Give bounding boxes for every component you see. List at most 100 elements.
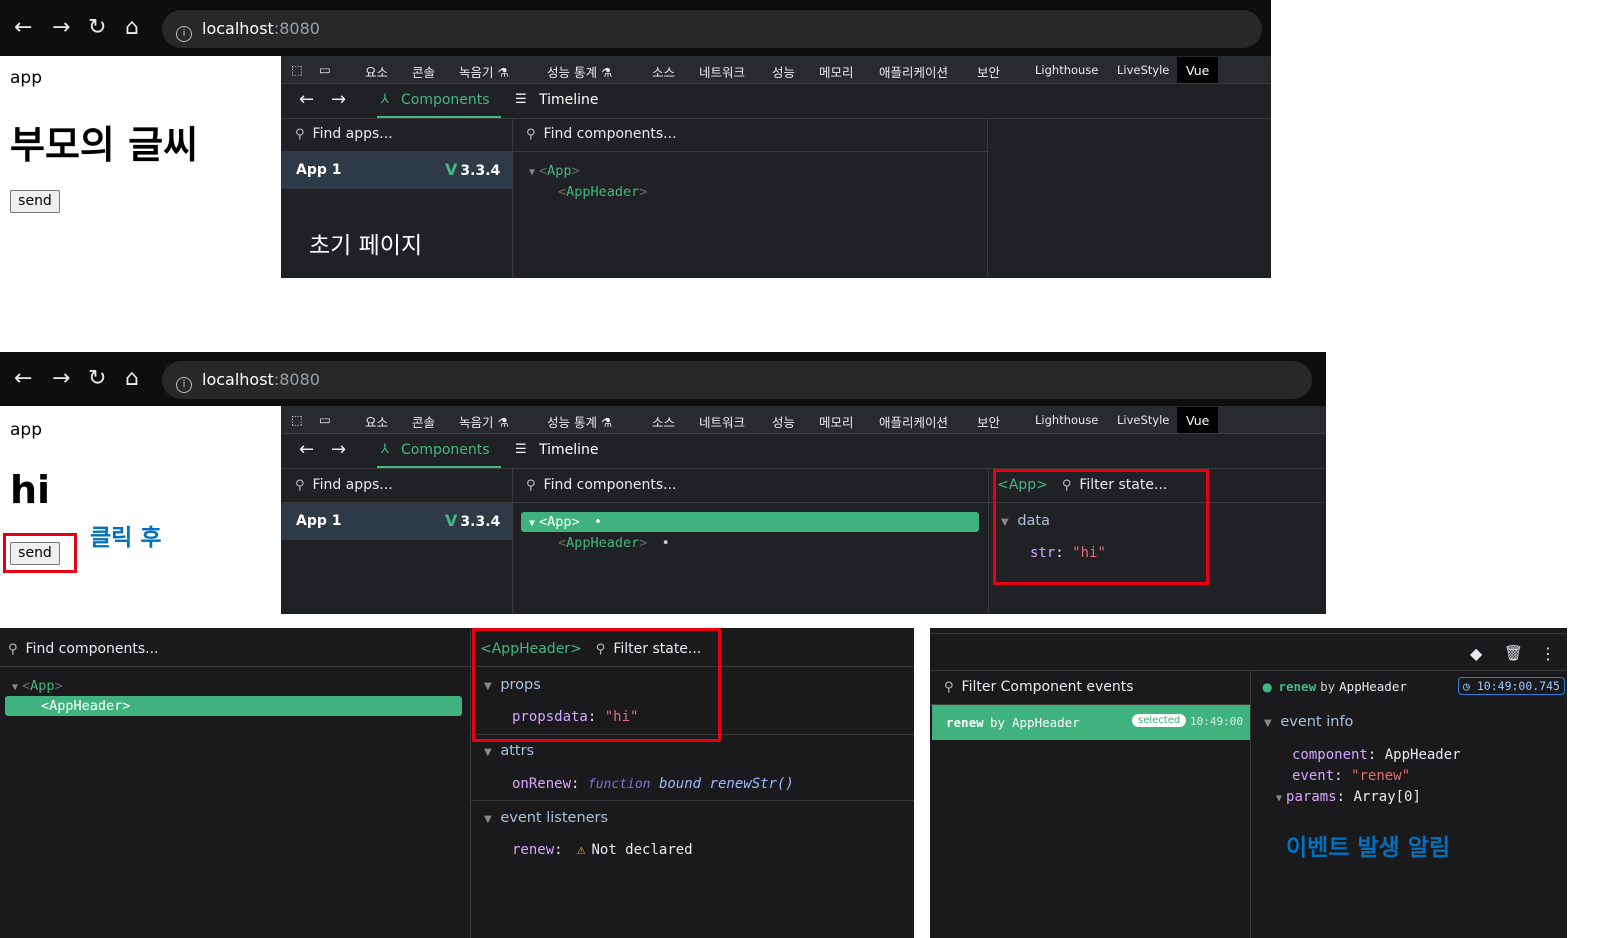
back-icon[interactable]: ← — [14, 16, 32, 40]
devtools-tab[interactable]: 네트워크 — [699, 412, 745, 431]
back-icon[interactable]: ← — [299, 439, 314, 460]
devtools-tab[interactable]: Vue — [1177, 407, 1219, 433]
devtools-tab[interactable]: 콘솔 — [412, 412, 435, 431]
device-toggle-icon[interactable]: ▭ — [319, 62, 331, 77]
page-content-after: app hi send 클릭 후 — [0, 406, 281, 614]
find-components-input[interactable]: ⚲ Find components... — [8, 641, 159, 657]
search-icon: ⚲ — [295, 127, 305, 142]
back-icon[interactable]: ← — [14, 367, 32, 391]
bracket: > — [54, 678, 63, 694]
reload-icon[interactable]: ↻ — [88, 16, 106, 40]
colon: : — [1336, 789, 1346, 805]
find-apps-input[interactable]: ⚲ Find apps... — [295, 126, 393, 142]
filter-events-input[interactable]: ⚲ Filter Component events — [944, 679, 1134, 695]
home-icon[interactable]: ⌂ — [125, 367, 139, 391]
inspect-icon[interactable]: ⬚ — [291, 62, 303, 77]
caret-down-icon: ▼ — [484, 747, 492, 758]
tab-timeline[interactable]: ☰ Timeline — [513, 434, 599, 468]
highlight-box — [993, 469, 1209, 585]
send-button[interactable]: send — [10, 190, 60, 213]
tree-node-app[interactable]: ▼ <App> — [12, 678, 63, 694]
home-icon[interactable]: ⌂ — [125, 16, 139, 40]
event-row[interactable]: renew by AppHeader selected 10:49:00 — [932, 705, 1250, 740]
inspect-icon[interactable]: ⬚ — [291, 412, 303, 427]
layers-icon[interactable]: ◆ — [1470, 644, 1482, 663]
tree-node-name: App — [547, 163, 572, 179]
tree-node-app[interactable]: ▼ <App> • — [529, 514, 602, 530]
info-row-params[interactable]: ▼ params: Array[0] — [1276, 789, 1421, 805]
find-apps-input[interactable]: ⚲ Find apps... — [295, 477, 393, 493]
state-value: Not declared — [591, 842, 693, 858]
updated-dot: • — [661, 535, 670, 551]
devtools-tab[interactable]: 소스 — [652, 412, 675, 431]
devtools-tab[interactable]: 애플리케이션 — [879, 412, 948, 431]
url-host: localhost — [202, 19, 274, 38]
forward-icon[interactable]: → — [52, 16, 70, 40]
tab-components[interactable]: ⅄ Components — [377, 84, 501, 118]
address-bar[interactable]: i localhost:8080 — [162, 361, 1312, 399]
forward-icon[interactable]: → — [52, 367, 70, 391]
devtools-tab[interactable]: 네트워크 — [699, 62, 745, 81]
app-row[interactable]: App 1 V 3.3.4 — [281, 503, 512, 540]
devtools-tab[interactable]: LiveStyle — [1117, 413, 1169, 427]
more-icon[interactable]: ⋮ — [1540, 644, 1556, 663]
status-dot-icon: ● — [1262, 680, 1273, 694]
clear-icon[interactable]: 🗑 — [1504, 644, 1523, 662]
info-icon[interactable]: i — [176, 26, 192, 42]
devtools-tab[interactable]: 메모리 — [819, 412, 854, 431]
device-toggle-icon[interactable]: ▭ — [319, 412, 331, 427]
tree-node-app[interactable]: ▼ <App> — [529, 163, 580, 179]
divider — [930, 633, 1567, 634]
devtools-tab[interactable]: 소스 — [652, 62, 675, 81]
devtools-tab[interactable]: 요소 — [365, 62, 388, 81]
find-components-input[interactable]: ⚲ Find components... — [526, 477, 677, 493]
devtools-tab[interactable]: 녹음기 ⚗ — [459, 62, 509, 81]
devtools-tab[interactable]: 메모리 — [819, 62, 854, 81]
tab-timeline-label: Timeline — [539, 92, 599, 108]
devtools-tab[interactable]: 보안 — [977, 412, 1000, 431]
search-icon: ⚲ — [8, 642, 18, 657]
updated-dot: • — [593, 514, 602, 530]
tab-components-label: Components — [401, 92, 490, 108]
devtools-tab[interactable]: LiveStyle — [1117, 63, 1169, 77]
devtools-tab[interactable]: Vue — [1177, 57, 1219, 83]
devtools-tab[interactable]: 성능 통계 ⚗ — [547, 62, 612, 81]
divider — [512, 119, 513, 278]
devtools-tab[interactable]: 성능 — [772, 62, 795, 81]
devtools-tab[interactable]: 성능 — [772, 412, 795, 431]
devtools-tab[interactable]: 콘솔 — [412, 62, 435, 81]
devtools-tab[interactable]: 성능 통계 ⚗ — [547, 412, 612, 431]
tree-node-appheader[interactable]: <AppHeader> — [41, 698, 130, 714]
section-event-info[interactable]: ▼ event info — [1264, 714, 1353, 730]
tree-node-appheader[interactable]: <AppHeader> • — [558, 535, 670, 551]
back-icon[interactable]: ← — [299, 89, 314, 110]
forward-icon[interactable]: → — [331, 89, 346, 110]
reload-icon[interactable]: ↻ — [88, 367, 106, 391]
caret-down-icon: ▼ — [484, 814, 492, 825]
filter-events-placeholder: Filter Component events — [961, 679, 1134, 695]
tab-timeline[interactable]: ☰ Timeline — [513, 84, 599, 118]
forward-icon[interactable]: → — [331, 439, 346, 460]
bracket: > — [122, 698, 131, 714]
devtools-tab[interactable]: Lighthouse — [1035, 63, 1098, 77]
devtools-tab[interactable]: Lighthouse — [1035, 413, 1098, 427]
bracket: < — [41, 698, 50, 714]
browser-toolbar-2: ← → ↻ ⌂ i localhost:8080 — [0, 352, 1326, 406]
devtools-tab[interactable]: 녹음기 ⚗ — [459, 412, 509, 431]
devtools-tab[interactable]: 보안 — [977, 62, 1000, 81]
devtools-tabs: ⬚ ▭ 요소 콘솔 녹음기 ⚗ 성능 통계 ⚗ 소스 네트워크 성능 메모리 애플리케이션 보안 Lig… — [281, 56, 1271, 84]
app-row[interactable]: App 1 V 3.3.4 — [281, 152, 512, 189]
info-key: event — [1292, 768, 1335, 784]
devtools-tab[interactable]: 요소 — [365, 412, 388, 431]
tab-components[interactable]: ⅄ Components — [377, 434, 501, 468]
section-attrs[interactable]: ▼ attrs — [484, 743, 534, 759]
caption-initial-page: 초기 페이지 — [309, 233, 423, 259]
tree-node-appheader[interactable]: <AppHeader> — [558, 184, 647, 200]
address-bar[interactable]: i localhost:8080 — [162, 10, 1262, 48]
info-icon[interactable]: i — [176, 377, 192, 393]
devtools-tab[interactable]: 애플리케이션 — [879, 62, 948, 81]
find-components-input[interactable]: ⚲ Find components... — [526, 126, 677, 142]
state-row-renew: renew: ⚠ Not declared — [512, 842, 693, 858]
section-event-listeners[interactable]: ▼ event listeners — [484, 810, 608, 826]
app-label: app — [10, 420, 42, 440]
